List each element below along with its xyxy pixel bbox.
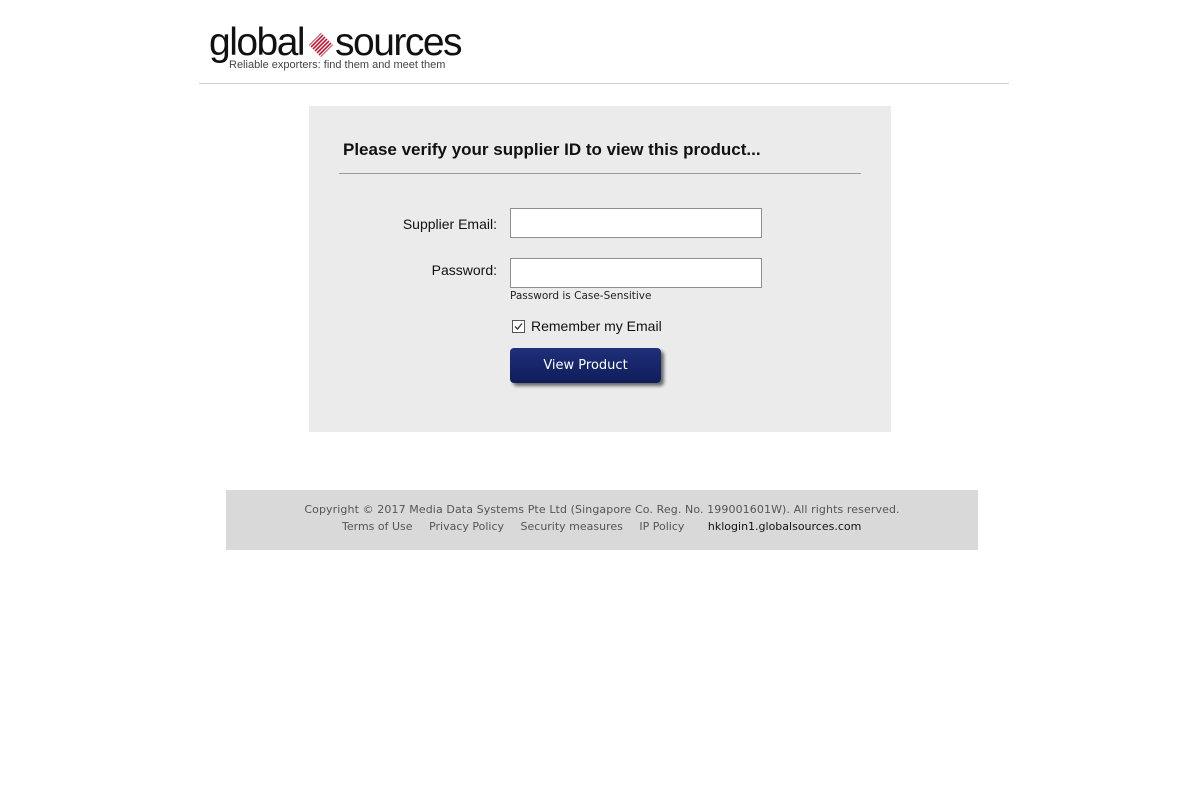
footer-link-terms[interactable]: Terms of Use xyxy=(342,520,413,533)
remember-email-label: Remember my Email xyxy=(531,318,662,334)
supplier-verify-panel: Please verify your supplier ID to view t… xyxy=(309,106,891,432)
page-title: Please verify your supplier ID to view t… xyxy=(343,140,761,159)
password-hint: Password is Case-Sensitive xyxy=(510,290,652,302)
remember-email-checkbox[interactable] xyxy=(512,319,525,333)
checkmark-icon xyxy=(514,322,523,330)
footer-links: Terms of Use Privacy Policy Security mea… xyxy=(342,520,861,533)
server-hostname: hklogin1.globalsources.com xyxy=(707,520,862,533)
global-sources-logo[interactable]: global sources Reliable exporters: find … xyxy=(209,22,479,74)
logo-word-sources: sources xyxy=(335,21,463,64)
view-product-button[interactable]: View Product xyxy=(510,348,661,383)
password-field[interactable] xyxy=(510,258,762,288)
logo-diamond-icon xyxy=(309,33,333,57)
password-label: Password: xyxy=(431,262,497,278)
copyright-text: Copyright © 2017 Media Data Systems Pte … xyxy=(304,503,900,516)
footer-link-security[interactable]: Security measures xyxy=(521,520,623,533)
footer-link-ip-policy[interactable]: IP Policy xyxy=(639,520,684,533)
email-label: Supplier Email: xyxy=(402,216,497,232)
remember-email-toggle[interactable]: Remember my Email xyxy=(512,318,662,334)
logo-word-global: global xyxy=(209,21,306,64)
footer-link-privacy[interactable]: Privacy Policy xyxy=(429,520,504,533)
site-footer: Copyright © 2017 Media Data Systems Pte … xyxy=(226,490,978,550)
email-field[interactable] xyxy=(510,208,762,238)
logo-tagline: Reliable exporters: find them and meet t… xyxy=(229,59,446,71)
site-header: global sources Reliable exporters: find … xyxy=(199,0,1009,84)
title-divider xyxy=(339,173,861,174)
